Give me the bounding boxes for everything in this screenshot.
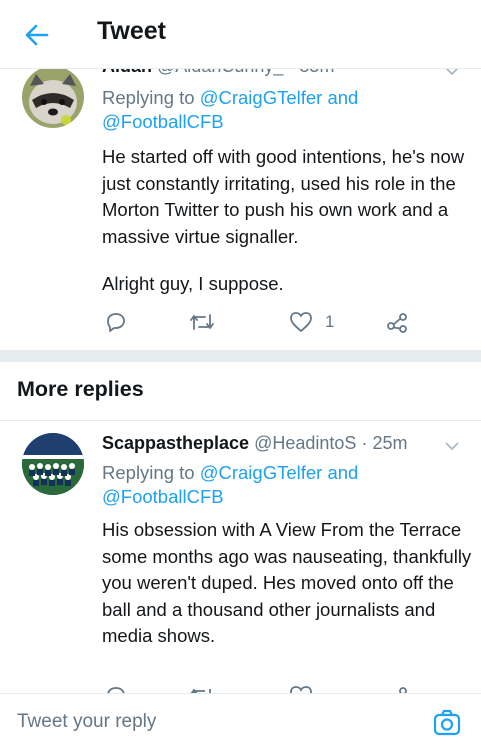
replying-to: Replying to @CraigGTelfer and @FootballC…	[102, 87, 359, 132]
heart-icon	[290, 686, 312, 693]
reply-icon	[107, 687, 125, 693]
top-bar: Tweet	[0, 0, 481, 69]
section-separator	[0, 350, 481, 362]
heart-icon	[290, 312, 312, 332]
reply-input[interactable]: Tweet your reply	[17, 711, 156, 733]
retweet-button[interactable]	[189, 311, 215, 333]
display-name[interactable]: Scappastheplace	[102, 433, 249, 453]
tweet-text-continued: Alright guy, I suppose.	[102, 273, 284, 294]
share-icon	[399, 687, 407, 693]
camera-icon[interactable]	[432, 708, 462, 738]
mention-link[interactable]: @CraigGTelfer	[200, 462, 323, 483]
mention-link[interactable]: @FootballCFB	[102, 111, 224, 132]
share-button[interactable]	[385, 685, 409, 693]
avatar[interactable]	[22, 433, 84, 495]
page-title: Tweet	[97, 17, 166, 45]
chevron-down-icon[interactable]	[445, 441, 459, 451]
retweet-button[interactable]	[189, 685, 215, 693]
handle[interactable]: @HeadintoS	[254, 433, 356, 453]
tweet-header: Scappastheplace @HeadintoS · 25m	[102, 433, 408, 453]
like-count: 1	[325, 312, 335, 331]
reply-tweet[interactable]: Aidan @AidanCunny_ · 35m Replying to @Cr…	[0, 58, 481, 348]
retweet-icon	[190, 688, 211, 693]
reply-tweet[interactable]: Scappastheplace @HeadintoS · 25m Replyin…	[0, 421, 481, 693]
tweet-text: He started off with good intentions, he'…	[102, 146, 465, 247]
mention-link[interactable]: @CraigGTelfer	[200, 87, 323, 108]
reply-button[interactable]	[105, 685, 127, 693]
timestamp: 25m	[372, 433, 408, 453]
reply-composer[interactable]: Tweet your reply	[0, 693, 481, 751]
like-button[interactable]: 1	[289, 311, 334, 333]
reply-button[interactable]	[105, 311, 127, 333]
tweet-actions	[102, 685, 462, 693]
tweet-text: His obsession with A View From the Terra…	[102, 519, 472, 646]
more-replies-heading: More replies	[17, 377, 144, 401]
replying-to: Replying to @CraigGTelfer and @FootballC…	[102, 462, 359, 507]
tweet-actions: 1	[102, 311, 462, 341]
mention-link[interactable]: @FootballCFB	[102, 486, 224, 507]
like-button[interactable]	[289, 685, 313, 693]
share-icon	[387, 313, 407, 333]
avatar[interactable]	[22, 66, 84, 128]
back-arrow-icon[interactable]	[22, 20, 52, 50]
share-button[interactable]	[385, 311, 409, 333]
retweet-icon	[190, 314, 214, 330]
reply-icon	[107, 313, 125, 332]
